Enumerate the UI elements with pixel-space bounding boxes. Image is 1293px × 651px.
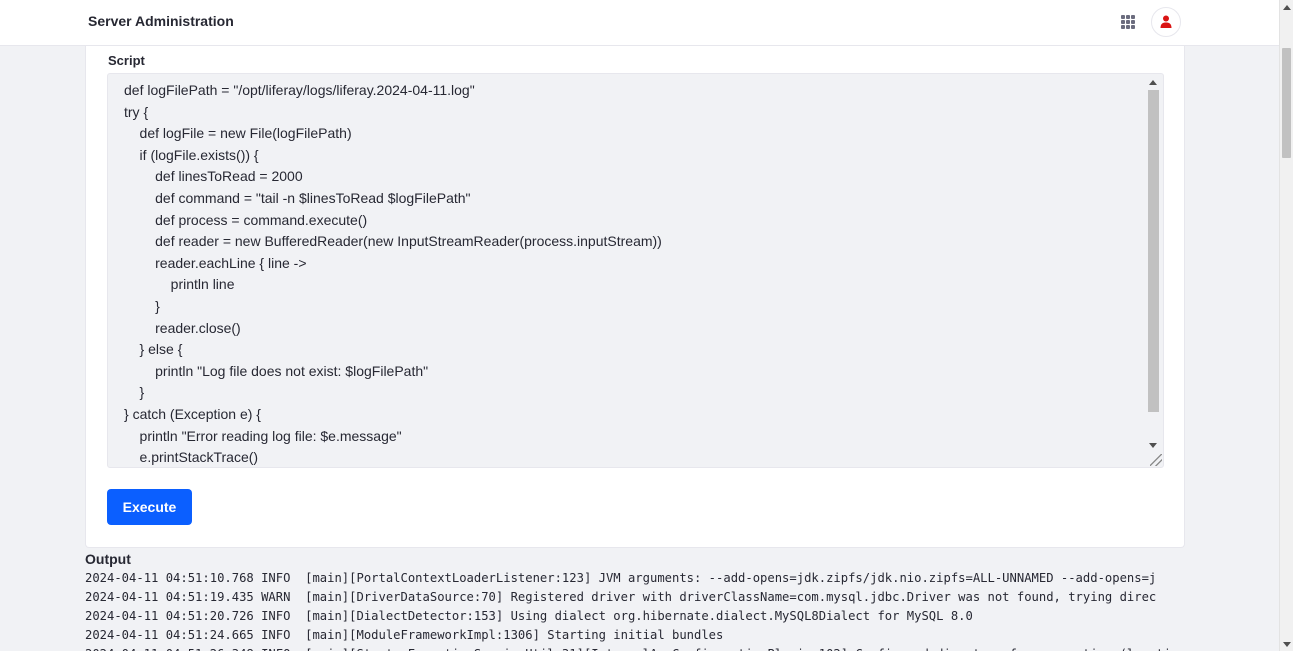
script-line: reader.eachLine { line -> [124,254,307,271]
page-scrollbar[interactable] [1279,0,1293,651]
script-line: if (logFile.exists()) { [124,146,259,163]
script-line: def logFile = new File(logFilePath) [124,125,352,142]
script-line: println "Error reading log file: $e.mess… [124,427,402,444]
script-line: def linesToRead = 2000 [124,168,303,185]
script-line: println "Log file does not exist: $logFi… [124,362,429,379]
output-label: Output [85,551,131,567]
script-textarea[interactable]: def logFilePath = "/opt/liferay/logs/lif… [107,73,1164,468]
script-panel: Script def logFilePath = "/opt/liferay/l… [85,46,1185,548]
page-title: Server Administration [88,13,234,29]
page-scrollbar-thumb[interactable] [1282,48,1291,158]
script-line: } [124,384,145,401]
output-line: 2024-04-11 04:51:10.768 INFO [main][Port… [85,571,1157,585]
output-log: 2024-04-11 04:51:10.768 INFO [main][Port… [85,569,1186,651]
output-line: 2024-04-11 04:51:19.435 WARN [main][Driv… [85,590,1157,604]
output-line: 2024-04-11 04:51:24.665 INFO [main][Modu… [85,628,724,642]
script-line: def reader = new BufferedReader(new Inpu… [124,233,662,250]
page-scroll-down-icon[interactable] [1283,642,1291,647]
script-line: reader.close() [124,319,241,336]
scroll-down-arrow-icon[interactable] [1149,443,1157,448]
script-line: } else { [124,341,183,358]
script-line: def process = command.execute() [124,211,368,228]
script-line: } [124,297,160,314]
script-line: def command = "tail -n $linesToRead $log… [124,189,471,206]
output-line: 2024-04-11 04:51:26.348 INFO [main][Star… [85,645,1186,651]
user-icon [1160,15,1172,28]
script-line: } catch (Exception e) { [124,405,261,422]
top-navigation-bar: Server Administration [0,0,1279,46]
script-scrollbar-thumb[interactable] [1148,90,1159,412]
scroll-up-arrow-icon[interactable] [1149,80,1157,85]
output-line: 2024-04-11 04:51:20.726 INFO [main][Dial… [85,609,973,623]
script-line: e.printStackTrace() [124,449,259,466]
resize-handle-icon[interactable] [1150,454,1162,466]
script-scrollbar[interactable] [1147,77,1160,450]
script-line: println line [124,276,235,293]
script-label: Script [108,53,145,68]
apps-grid-icon[interactable] [1121,15,1135,29]
script-line: try { [124,103,149,120]
user-avatar-button[interactable] [1151,7,1181,37]
execute-button[interactable]: Execute [107,489,192,525]
page-scroll-up-icon[interactable] [1283,5,1291,10]
script-code[interactable]: def logFilePath = "/opt/liferay/logs/lif… [124,80,1139,467]
script-line: def logFilePath = "/opt/liferay/logs/lif… [124,82,475,98]
